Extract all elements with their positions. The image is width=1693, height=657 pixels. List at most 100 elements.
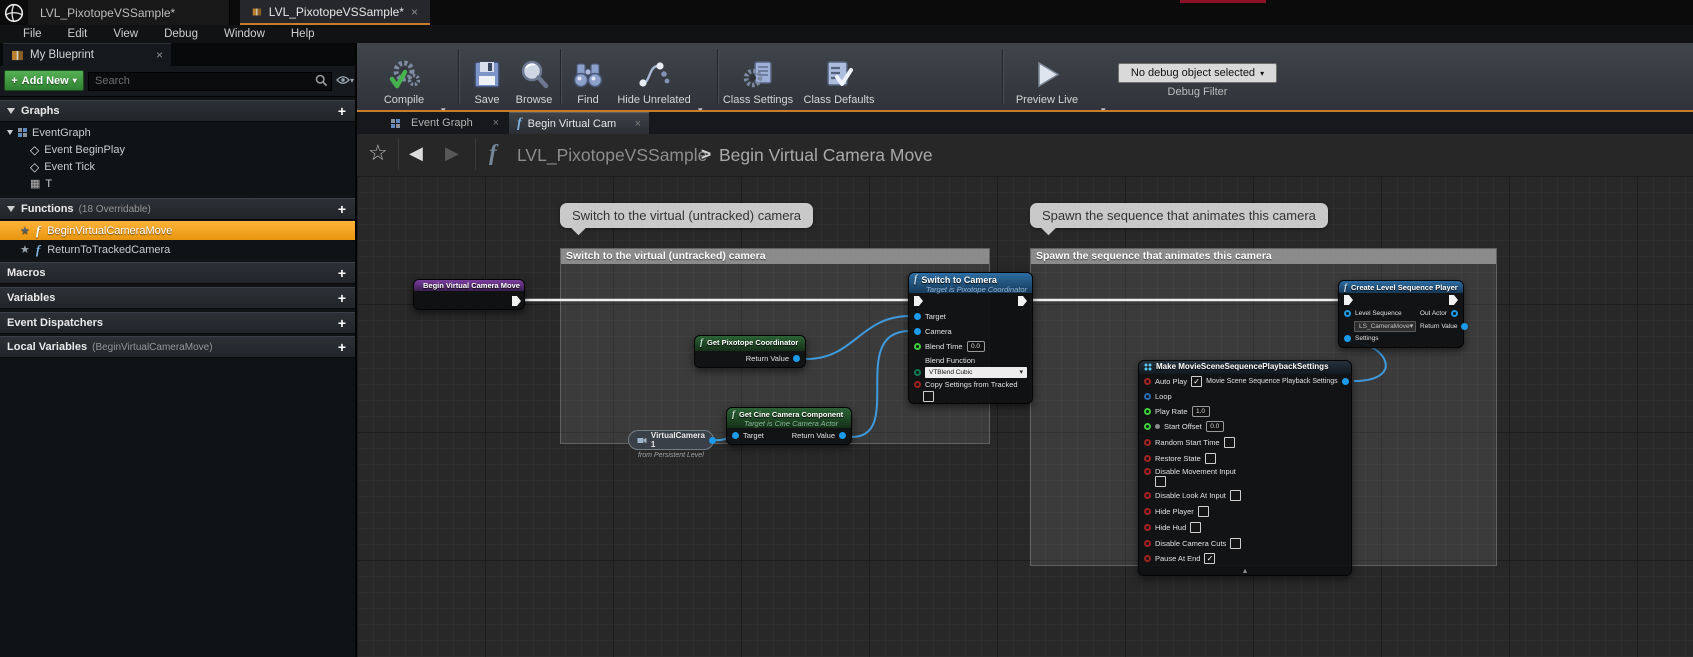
collapse-arrow-icon[interactable]: ▴ xyxy=(1139,566,1351,575)
comment-header[interactable]: Switch to the virtual (untracked) camera xyxy=(561,249,989,264)
favorite-star-icon[interactable]: ★ xyxy=(20,243,30,256)
blend-time-pin[interactable] xyxy=(914,343,921,350)
hide-player-pin[interactable] xyxy=(1144,508,1151,515)
menu-file[interactable]: File xyxy=(10,28,55,40)
disable-movement-input-pin[interactable] xyxy=(1144,468,1151,475)
graph-canvas[interactable]: Switch to the virtual (untracked) camera… xyxy=(357,176,1693,657)
play-rate-input[interactable]: 1.0 xyxy=(1192,406,1210,417)
blend-function-dropdown[interactable]: VTBlend Cubic▾ xyxy=(925,367,1027,378)
exec-out-pin[interactable] xyxy=(1449,295,1458,305)
section-graphs[interactable]: Graphs + xyxy=(0,100,355,122)
level-sequence-pin[interactable] xyxy=(1344,310,1351,317)
favorite-star-icon[interactable]: ★ xyxy=(20,224,30,237)
camera-pin[interactable] xyxy=(914,328,921,335)
hide-hud-pin[interactable] xyxy=(1144,524,1151,531)
sidebar-item-returntotrackedcamera[interactable]: ★ f ReturnToTrackedCamera xyxy=(0,240,355,259)
node-begin-virtual-camera-move[interactable]: Begin Virtual Camera Move xyxy=(413,279,525,310)
app-tab-level[interactable]: LVL_PixotopeVSSample* xyxy=(28,0,230,25)
menu-debug[interactable]: Debug xyxy=(151,28,211,40)
close-icon[interactable]: × xyxy=(635,118,641,130)
exec-in-pin[interactable] xyxy=(914,296,923,306)
hide-player-checkbox[interactable] xyxy=(1198,506,1209,517)
section-event-dispatchers[interactable]: Event Dispatchers + xyxy=(0,312,355,334)
add-macro-button[interactable]: + xyxy=(338,268,346,278)
chevron-down-icon[interactable]: ▾ xyxy=(350,76,354,85)
visibility-eye-icon[interactable] xyxy=(336,75,350,85)
random-start-time-pin[interactable] xyxy=(1144,439,1151,446)
debug-object-dropdown[interactable]: No debug object selected ▾ xyxy=(1118,63,1277,83)
node-make-playback-settings[interactable]: Make MovieSceneSequencePlaybackSettings … xyxy=(1138,360,1352,576)
play-rate-pin[interactable] xyxy=(1144,408,1151,415)
comment-header[interactable]: Spawn the sequence that animates this ca… xyxy=(1031,249,1496,264)
compile-button[interactable]: Compile xyxy=(373,43,435,110)
my-blueprint-tab[interactable]: My Blueprint × xyxy=(3,43,171,66)
add-new-button[interactable]: + Add New ▾ xyxy=(4,70,84,91)
node-get-pixotope-coordinator[interactable]: fGet Pixotope Coordinator Return Value xyxy=(694,335,806,368)
node-virtualcamera[interactable]: VirtualCamera 1 xyxy=(628,430,714,450)
unreal-logo-icon[interactable] xyxy=(0,0,28,25)
target-pin[interactable] xyxy=(732,432,739,439)
auto-play-checkbox[interactable]: ✓ xyxy=(1191,376,1202,387)
exec-out-pin[interactable] xyxy=(512,296,521,306)
menu-window[interactable]: Window xyxy=(211,28,278,40)
pause-at-end-checkbox[interactable]: ✓ xyxy=(1204,553,1215,564)
target-pin[interactable] xyxy=(914,313,921,320)
node-get-cine-camera-component[interactable]: fGet Cine Camera Component Target is Cin… xyxy=(726,407,852,445)
disable-camera-cuts-checkbox[interactable] xyxy=(1230,538,1241,549)
sidebar-item-event-beginplay[interactable]: ◇ Event BeginPlay xyxy=(0,141,355,158)
tab-begin-virtual-camera[interactable]: f Begin Virtual Cam × xyxy=(509,112,649,134)
close-icon[interactable]: × xyxy=(156,48,163,62)
class-settings-button[interactable]: Class Settings xyxy=(713,43,803,110)
browse-button[interactable]: Browse xyxy=(507,43,561,110)
close-icon[interactable]: × xyxy=(411,5,418,19)
copy-settings-pin[interactable] xyxy=(914,381,921,388)
disable-look-at-input-pin[interactable] xyxy=(1144,492,1151,499)
blend-function-pin[interactable] xyxy=(914,369,921,376)
loop-pin[interactable] xyxy=(1144,393,1151,400)
close-icon[interactable]: × xyxy=(493,117,499,129)
add-local-variable-button[interactable]: + xyxy=(338,342,346,352)
search-input[interactable] xyxy=(88,72,332,91)
exec-in-pin[interactable] xyxy=(1344,295,1353,305)
start-offset-input[interactable]: 0.0 xyxy=(1206,421,1224,432)
node-switch-to-camera[interactable]: fSwitch to Camera Target is Pixotope Coo… xyxy=(908,272,1033,404)
node-create-level-sequence-player[interactable]: fCreate Level Sequence Player Level Sequ… xyxy=(1338,280,1464,348)
return-value-pin[interactable] xyxy=(1461,323,1468,330)
menu-view[interactable]: View xyxy=(100,28,151,40)
add-function-button[interactable]: + xyxy=(338,204,346,214)
level-sequence-dropdown[interactable]: LS_CameraMove▾ xyxy=(1354,321,1416,332)
class-defaults-button[interactable]: Class Defaults xyxy=(794,43,884,110)
sidebar-item-event-tick[interactable]: ◇ Event Tick xyxy=(0,158,355,175)
menu-edit[interactable]: Edit xyxy=(55,28,101,40)
random-start-time-checkbox[interactable] xyxy=(1224,437,1235,448)
add-dispatcher-button[interactable]: + xyxy=(338,318,346,328)
copy-settings-checkbox[interactable] xyxy=(923,391,934,402)
back-arrow-icon[interactable]: ◀ xyxy=(409,143,423,164)
section-functions[interactable]: Functions (18 Overridable) + xyxy=(0,198,355,220)
object-out-pin[interactable] xyxy=(709,437,716,444)
add-graph-button[interactable]: + xyxy=(338,106,346,116)
add-variable-button[interactable]: + xyxy=(338,293,346,303)
section-macros[interactable]: Macros + xyxy=(0,262,355,284)
disable-movement-input-checkbox[interactable] xyxy=(1155,476,1166,487)
preview-live-button[interactable]: Preview Live xyxy=(1007,43,1087,110)
sidebar-item-t[interactable]: ▦ T xyxy=(0,175,355,192)
disable-camera-cuts-pin[interactable] xyxy=(1144,540,1151,547)
hide-hud-checkbox[interactable] xyxy=(1190,522,1201,533)
auto-play-pin[interactable] xyxy=(1144,378,1151,385)
app-tab-blueprint[interactable]: LVL_PixotopeVSSample* × xyxy=(240,0,430,25)
section-variables[interactable]: Variables + xyxy=(0,287,355,309)
disable-look-at-input-checkbox[interactable] xyxy=(1230,490,1241,501)
section-local-variables[interactable]: Local Variables (BeginVirtualCameraMove)… xyxy=(0,336,355,358)
exec-out-pin[interactable] xyxy=(1018,296,1027,306)
pause-at-end-pin[interactable] xyxy=(1144,555,1151,562)
save-button[interactable]: Save xyxy=(462,43,512,110)
blend-time-input[interactable]: 0.0 xyxy=(967,341,985,352)
tab-event-graph[interactable]: Event Graph × xyxy=(383,112,507,134)
playback-settings-out-pin[interactable] xyxy=(1342,378,1349,385)
breadcrumb-root[interactable]: LVL_PixotopeVSSample xyxy=(517,145,707,166)
return-value-pin[interactable] xyxy=(839,432,846,439)
forward-arrow-icon[interactable]: ▶ xyxy=(445,143,459,164)
settings-pin[interactable] xyxy=(1344,335,1351,342)
sidebar-item-eventgraph[interactable]: EventGraph xyxy=(0,124,355,141)
